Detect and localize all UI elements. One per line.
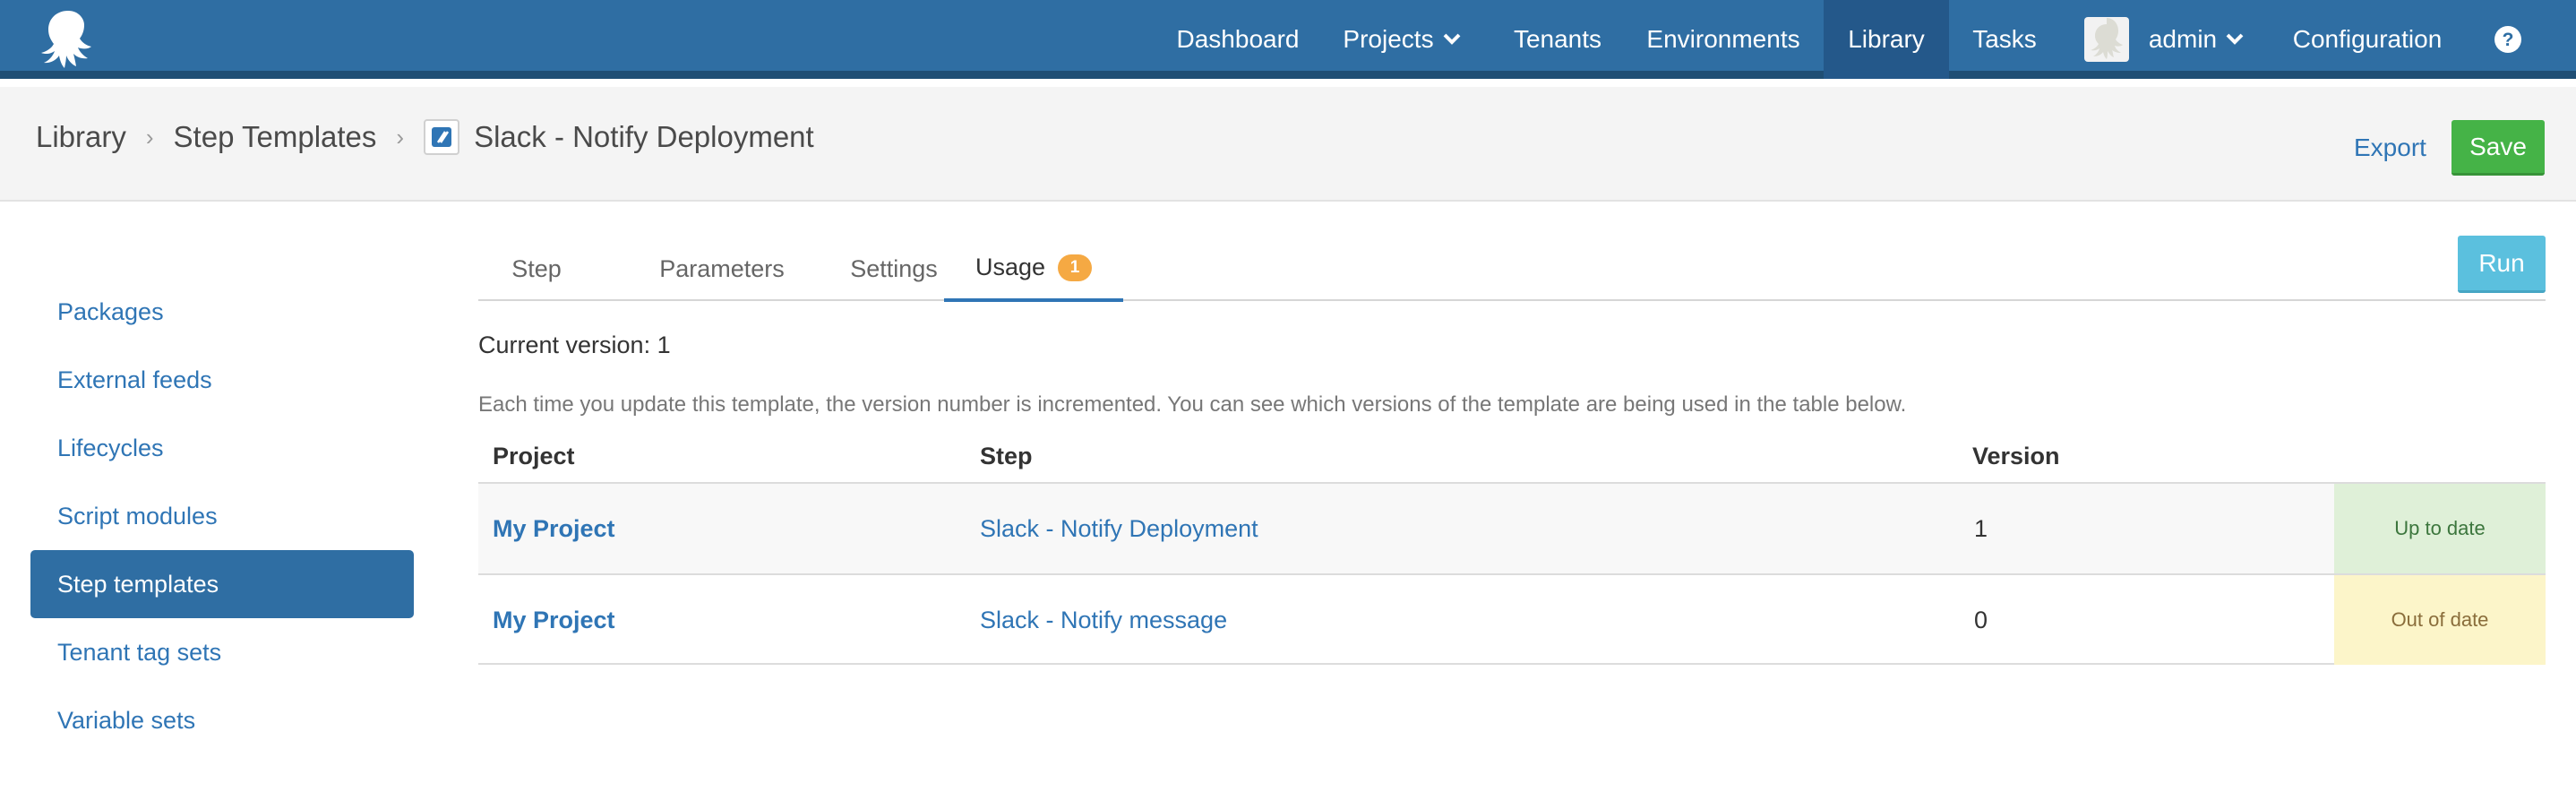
nav-tenants-label: Tenants [1513, 25, 1602, 53]
project-link[interactable]: My Project [493, 484, 615, 573]
version-value: 1 [1974, 514, 1988, 542]
avatar-icon [2083, 17, 2129, 62]
current-version-text: Current version: 1 [478, 331, 671, 358]
sidebar-item-tenant-tag-sets[interactable]: Tenant tag sets [30, 618, 414, 686]
sidebar-item-lifecycles[interactable]: Lifecycles [30, 414, 414, 482]
nav-projects[interactable]: Projects [1335, 0, 1469, 79]
status-badge: Up to date [2334, 484, 2546, 573]
chevron-down-icon [2226, 33, 2244, 45]
tab-usage[interactable]: Usage 1 [944, 237, 1123, 302]
sidebar-item-label: External feeds [57, 366, 212, 393]
export-link[interactable]: Export [2354, 133, 2426, 162]
sidebar-item-label: Variable sets [57, 706, 196, 734]
step-link[interactable]: Slack - Notify Deployment [980, 484, 1258, 573]
nav-projects-label: Projects [1343, 25, 1434, 53]
nav-user-label: admin [2148, 25, 2218, 53]
tab-label: Settings [850, 254, 938, 282]
nav-dashboard[interactable]: Dashboard [1166, 0, 1309, 79]
sidebar-item-label: Packages [57, 297, 164, 325]
status-badge: Out of date [2334, 575, 2546, 665]
sidebar-item-label: Lifecycles [57, 434, 164, 461]
sidebar-item-variable-sets[interactable]: Variable sets [30, 686, 414, 754]
step-template-icon [424, 119, 460, 155]
nav-configuration-label: Configuration [2292, 25, 2443, 53]
nav-configuration[interactable]: Configuration [2282, 0, 2452, 79]
nav-library[interactable]: Library [1824, 0, 1949, 79]
nav-tasks-label: Tasks [1972, 25, 2037, 53]
sidebar-item-packages[interactable]: Packages [30, 278, 414, 346]
sidebar-item-script-modules[interactable]: Script modules [30, 482, 414, 550]
version-value: 0 [1974, 606, 1988, 633]
help-button[interactable]: ? [2488, 0, 2528, 79]
tab-label: Step [511, 254, 562, 282]
nav-user-menu[interactable]: admin [2083, 0, 2245, 79]
nav-environments-label: Environments [1646, 25, 1800, 53]
nav-environments[interactable]: Environments [1643, 0, 1804, 79]
tab-settings[interactable]: Settings [831, 237, 957, 301]
template-tabs: Step Parameters Settings Usage 1 [478, 237, 2546, 302]
project-link[interactable]: My Project [493, 575, 615, 665]
column-header-step: Step [980, 442, 1033, 469]
nav-dashboard-label: Dashboard [1176, 25, 1300, 53]
tab-step[interactable]: Step [478, 237, 595, 301]
chevron-down-icon [1443, 33, 1460, 45]
breadcrumb: Library › Step Templates › Slack - Notif… [36, 87, 814, 187]
sidebar-item-step-templates[interactable]: Step templates [30, 550, 414, 618]
table-row: My Project Slack - Notify Deployment 1 U… [478, 482, 2546, 573]
page-title: Slack - Notify Deployment [474, 120, 814, 153]
breadcrumb-library[interactable]: Library [36, 120, 126, 154]
nav-tasks[interactable]: Tasks [1965, 0, 2044, 79]
column-header-version: Version [1972, 442, 2060, 469]
sidebar-item-label: Tenant tag sets [57, 638, 222, 666]
sidebar-item-label: Step templates [57, 570, 219, 598]
nav-tenants[interactable]: Tenants [1499, 0, 1616, 79]
table-row: My Project Slack - Notify message 0 Out … [478, 573, 2546, 665]
usage-count-badge: 1 [1058, 254, 1093, 281]
save-button[interactable]: Save [2451, 120, 2545, 176]
usage-help-text: Each time you update this template, the … [478, 392, 1907, 417]
nav-library-label: Library [1848, 25, 1925, 53]
run-button[interactable]: Run [2458, 236, 2546, 293]
tab-parameters[interactable]: Parameters [613, 237, 831, 301]
page-header: Library › Step Templates › Slack - Notif… [0, 87, 2576, 202]
help-icon: ? [2494, 26, 2521, 53]
breadcrumb-separator: › [145, 123, 154, 151]
sidebar-item-external-feeds[interactable]: External feeds [30, 346, 414, 414]
tab-label: Parameters [659, 254, 785, 282]
step-link[interactable]: Slack - Notify message [980, 575, 1227, 665]
sidebar-item-label: Script modules [57, 502, 218, 529]
top-navigation-bar: Dashboard Projects Tenants Environments … [0, 0, 2576, 79]
breadcrumb-step-templates[interactable]: Step Templates [174, 120, 377, 154]
svg-text:?: ? [2503, 30, 2514, 50]
breadcrumb-separator: › [396, 123, 405, 151]
tab-label: Usage [975, 254, 1046, 280]
column-header-project: Project [493, 442, 575, 469]
